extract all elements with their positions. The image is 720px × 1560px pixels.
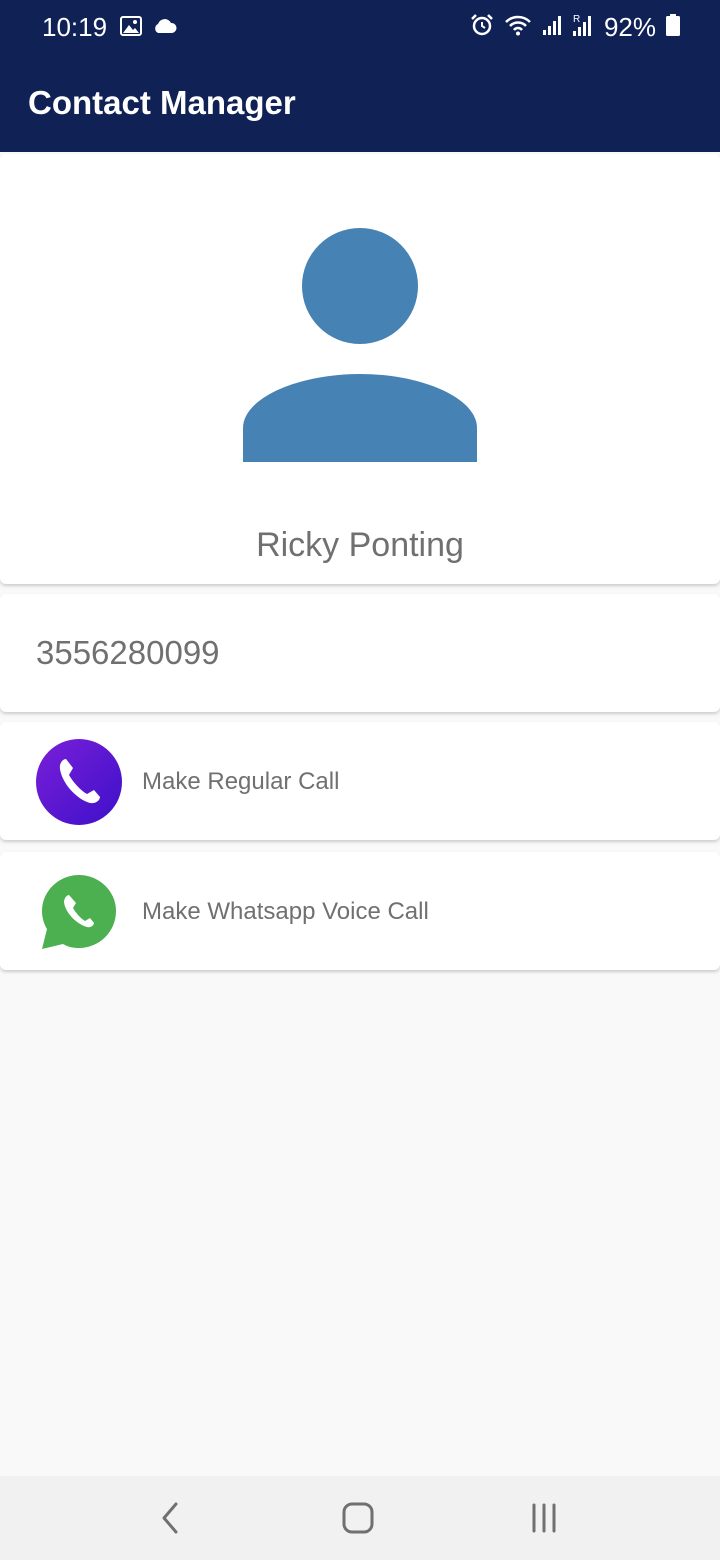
app-bar: Contact Manager bbox=[0, 56, 720, 152]
battery-percent: 92% bbox=[603, 12, 656, 42]
navigation-bar bbox=[0, 1476, 720, 1560]
app-title: Contact Manager bbox=[28, 84, 296, 121]
wifi-icon bbox=[504, 14, 532, 41]
person-avatar-icon bbox=[243, 228, 477, 462]
alarm-icon bbox=[470, 13, 494, 42]
battery-icon bbox=[666, 14, 680, 41]
gallery-icon bbox=[120, 16, 142, 41]
contact-name: Ricky Ponting bbox=[256, 526, 464, 564]
whatsapp-icon bbox=[36, 869, 122, 955]
regular-call-label: Make Regular Call bbox=[142, 768, 340, 795]
svg-text:R: R bbox=[573, 14, 580, 25]
signal-roaming-icon: R bbox=[572, 13, 594, 42]
phone-number: 3556280099 bbox=[36, 634, 220, 671]
status-bar: 10:19 R 92% bbox=[0, 0, 720, 56]
status-time: 10:19 bbox=[42, 12, 108, 42]
signal-icon bbox=[542, 14, 562, 41]
phone-call-icon bbox=[36, 739, 122, 825]
phone-card: 3556280099 bbox=[0, 594, 720, 712]
whatsapp-call-button[interactable]: Make Whatsapp Voice Call bbox=[0, 852, 720, 970]
whatsapp-call-label: Make Whatsapp Voice Call bbox=[142, 898, 429, 925]
home-icon[interactable] bbox=[338, 1502, 378, 1534]
recents-icon[interactable] bbox=[524, 1502, 564, 1534]
cloud-icon bbox=[152, 18, 178, 39]
back-icon[interactable] bbox=[152, 1502, 192, 1534]
profile-card: Ricky Ponting bbox=[0, 154, 720, 584]
regular-call-button[interactable]: Make Regular Call bbox=[0, 722, 720, 840]
